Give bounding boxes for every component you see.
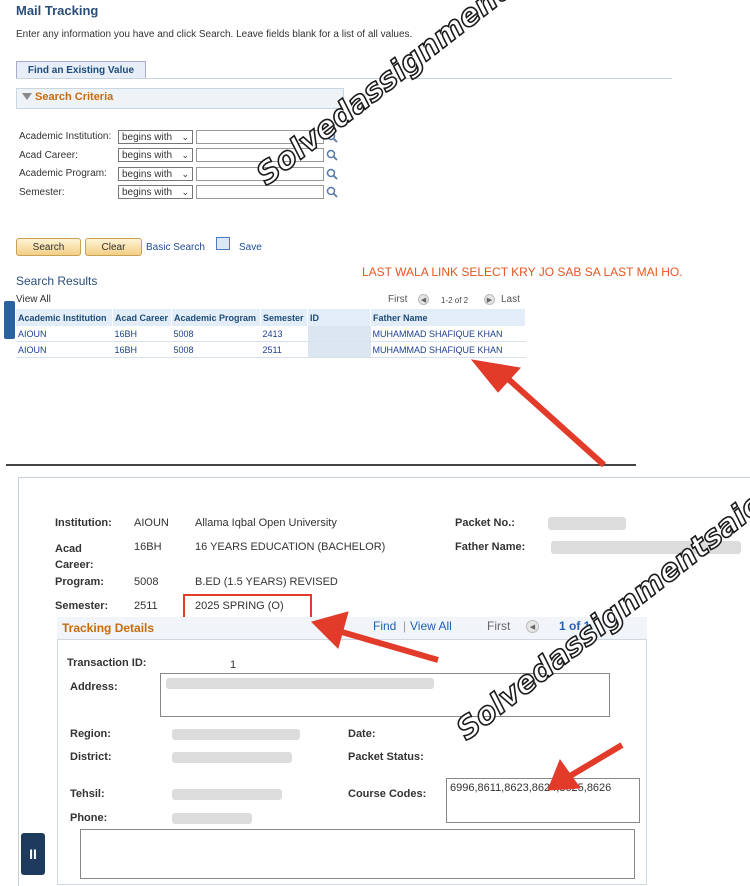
arrowhead-icon	[470, 359, 521, 393]
annotation-arrows-overlay	[311, 359, 624, 791]
arrow-to-semester	[334, 627, 439, 663]
arrow-to-result-row	[493, 365, 607, 468]
arrowhead-icon	[311, 611, 349, 649]
